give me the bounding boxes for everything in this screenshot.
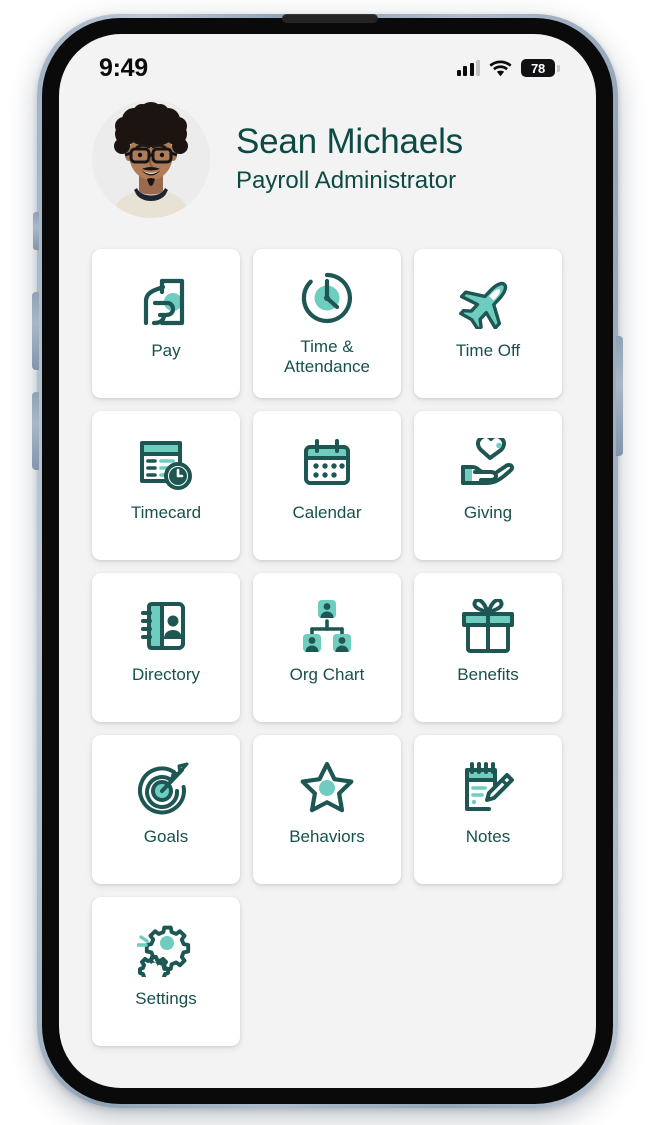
tile-label: Calendar	[292, 503, 362, 522]
tile-label: Behaviors	[289, 827, 365, 846]
tile-org-chart[interactable]: Org Chart	[253, 573, 401, 722]
address-book-icon	[135, 595, 197, 657]
power-button[interactable]	[616, 336, 623, 456]
tile-giving[interactable]: Giving	[414, 411, 562, 560]
earpiece-speaker	[282, 14, 378, 23]
screenshot-root: 9:49 78 Sean Michaels Payroll Administra…	[0, 0, 655, 1125]
volume-down-button[interactable]	[32, 392, 39, 470]
avatar[interactable]	[92, 100, 210, 218]
user-avatar-photo	[92, 100, 210, 218]
page-title: Sean Michaels	[236, 121, 463, 161]
tile-label: Org Chart	[289, 665, 365, 684]
profile-role: Payroll Administrator	[236, 166, 457, 194]
cellular-signal-icon	[456, 60, 480, 76]
tile-behaviors[interactable]: Behaviors	[253, 735, 401, 884]
clock-icon	[296, 267, 358, 329]
tile-time-attendance[interactable]: Time & Attendance	[253, 249, 401, 398]
calendar-icon	[296, 433, 358, 495]
airplane-icon	[457, 271, 519, 333]
profile-header[interactable]: Sean Michaels Payroll Administrator	[59, 100, 596, 218]
profile-text: Sean Michaels Payroll Administrator	[236, 121, 463, 194]
battery-icon: 78	[521, 59, 560, 77]
tile-calendar[interactable]: Calendar	[253, 411, 401, 560]
tile-time-off[interactable]: Time Off	[414, 249, 562, 398]
tile-benefits[interactable]: Benefits	[414, 573, 562, 722]
notepad-pencil-icon	[457, 757, 519, 819]
tile-directory[interactable]: Directory	[92, 573, 240, 722]
battery-level-text: 78	[530, 60, 546, 76]
tile-label: Settings	[135, 989, 197, 1008]
tile-label: Time & Attendance	[283, 337, 370, 377]
tile-pay[interactable]: Pay	[92, 249, 240, 398]
gears-icon	[135, 919, 197, 981]
tile-label: Goals	[143, 827, 189, 846]
tile-label: Directory	[131, 665, 200, 684]
tile-label: Giving	[463, 503, 513, 522]
tile-timecard[interactable]: Timecard	[92, 411, 240, 560]
hand-heart-icon	[457, 433, 519, 495]
status-bar-time: 9:49	[99, 53, 148, 82]
status-bar-indicators: 78	[456, 59, 560, 77]
volume-up-button[interactable]	[32, 292, 39, 370]
tile-goals[interactable]: Goals	[92, 735, 240, 884]
tile-label: Pay	[151, 341, 181, 360]
status-bar: 9:49 78	[59, 34, 596, 90]
timecard-clock-icon	[135, 433, 197, 495]
star-icon	[296, 757, 358, 819]
tile-label: Timecard	[130, 503, 202, 522]
app-tile-grid: Pay Time & Attendance Time Off Timecard …	[92, 249, 567, 1046]
gift-icon	[457, 595, 519, 657]
org-chart-icon	[296, 595, 358, 657]
pay-hand-document-icon	[135, 271, 197, 333]
phone-screen: 9:49 78 Sean Michaels Payroll Administra…	[59, 34, 596, 1088]
tile-label: Notes	[465, 827, 511, 846]
tile-label: Benefits	[457, 665, 519, 684]
wifi-icon	[489, 60, 512, 76]
tile-label: Time Off	[455, 341, 521, 360]
silent-switch-button[interactable]	[33, 212, 39, 250]
target-arrow-icon	[135, 757, 197, 819]
tile-notes[interactable]: Notes	[414, 735, 562, 884]
tile-settings[interactable]: Settings	[92, 897, 240, 1046]
